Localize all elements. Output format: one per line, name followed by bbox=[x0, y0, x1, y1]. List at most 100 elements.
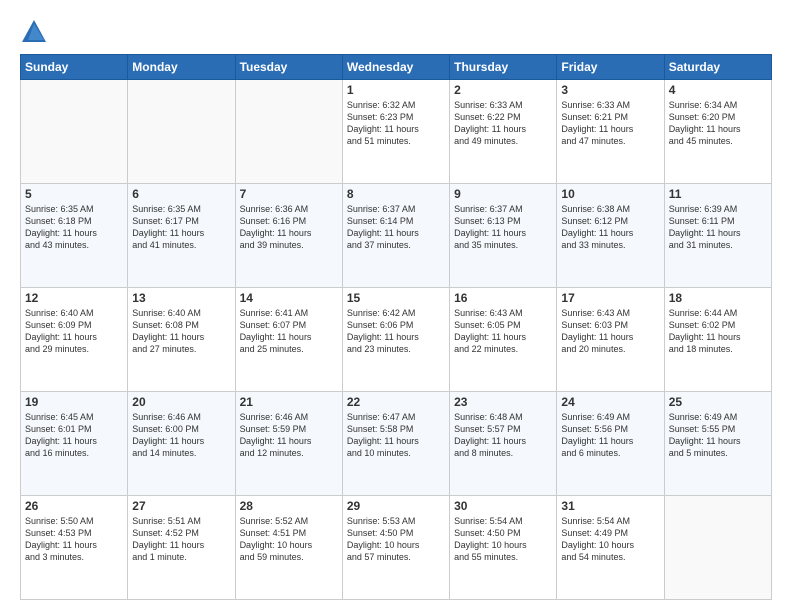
day-info: Sunrise: 6:38 AM Sunset: 6:12 PM Dayligh… bbox=[561, 203, 659, 252]
day-cell: 23 Sunrise: 6:48 AM Sunset: 5:57 PM Dayli… bbox=[450, 392, 557, 496]
weekday-header-friday: Friday bbox=[557, 55, 664, 80]
day-info: Sunrise: 6:35 AM Sunset: 6:17 PM Dayligh… bbox=[132, 203, 230, 252]
day-info: Sunrise: 6:36 AM Sunset: 6:16 PM Dayligh… bbox=[240, 203, 338, 252]
day-number: 14 bbox=[240, 291, 338, 305]
day-number: 28 bbox=[240, 499, 338, 513]
day-cell: 14 Sunrise: 6:41 AM Sunset: 6:07 PM Dayli… bbox=[235, 288, 342, 392]
day-cell: 18Sunrise: 6:44 AM Sunset: 6:02 PM Dayli… bbox=[664, 288, 771, 392]
day-cell: 29 Sunrise: 5:53 AM Sunset: 4:50 PM Dayli… bbox=[342, 496, 449, 600]
day-cell: 11Sunrise: 6:39 AM Sunset: 6:11 PM Dayli… bbox=[664, 184, 771, 288]
day-info: Sunrise: 6:49 AM Sunset: 5:56 PM Dayligh… bbox=[561, 411, 659, 460]
day-cell: 19Sunrise: 6:45 AM Sunset: 6:01 PM Dayli… bbox=[21, 392, 128, 496]
day-info: Sunrise: 6:43 AM Sunset: 6:03 PM Dayligh… bbox=[561, 307, 659, 356]
weekday-header-sunday: Sunday bbox=[21, 55, 128, 80]
day-cell: 4 Sunrise: 6:34 AM Sunset: 6:20 PM Daylig… bbox=[664, 80, 771, 184]
day-cell: 10 Sunrise: 6:38 AM Sunset: 6:12 PM Dayli… bbox=[557, 184, 664, 288]
weekday-header-monday: Monday bbox=[128, 55, 235, 80]
weekday-header-row: SundayMondayTuesdayWednesdayThursdayFrid… bbox=[21, 55, 772, 80]
day-number: 3 bbox=[561, 83, 659, 97]
day-cell: 8 Sunrise: 6:37 AM Sunset: 6:14 PM Daylig… bbox=[342, 184, 449, 288]
day-info: Sunrise: 6:46 AM Sunset: 5:59 PM Dayligh… bbox=[240, 411, 338, 460]
day-cell: 28 Sunrise: 5:52 AM Sunset: 4:51 PM Dayli… bbox=[235, 496, 342, 600]
week-row-4: 19Sunrise: 6:45 AM Sunset: 6:01 PM Dayli… bbox=[21, 392, 772, 496]
day-number: 19 bbox=[25, 395, 123, 409]
day-info: Sunrise: 6:37 AM Sunset: 6:13 PM Dayligh… bbox=[454, 203, 552, 252]
day-cell: 15Sunrise: 6:42 AM Sunset: 6:06 PM Dayli… bbox=[342, 288, 449, 392]
day-cell: 20Sunrise: 6:46 AM Sunset: 6:00 PM Dayli… bbox=[128, 392, 235, 496]
day-number: 16 bbox=[454, 291, 552, 305]
day-cell: 25 Sunrise: 6:49 AM Sunset: 5:55 PM Dayli… bbox=[664, 392, 771, 496]
day-info: Sunrise: 6:47 AM Sunset: 5:58 PM Dayligh… bbox=[347, 411, 445, 460]
day-cell: 31 Sunrise: 5:54 AM Sunset: 4:49 PM Dayli… bbox=[557, 496, 664, 600]
day-info: Sunrise: 6:43 AM Sunset: 6:05 PM Dayligh… bbox=[454, 307, 552, 356]
day-cell bbox=[235, 80, 342, 184]
day-info: Sunrise: 6:49 AM Sunset: 5:55 PM Dayligh… bbox=[669, 411, 767, 460]
logo bbox=[20, 18, 52, 46]
day-number: 4 bbox=[669, 83, 767, 97]
day-number: 9 bbox=[454, 187, 552, 201]
day-number: 29 bbox=[347, 499, 445, 513]
day-cell: 6 Sunrise: 6:35 AM Sunset: 6:17 PM Daylig… bbox=[128, 184, 235, 288]
day-number: 21 bbox=[240, 395, 338, 409]
day-number: 2 bbox=[454, 83, 552, 97]
day-cell: 5Sunrise: 6:35 AM Sunset: 6:18 PM Daylig… bbox=[21, 184, 128, 288]
day-number: 18 bbox=[669, 291, 767, 305]
week-row-2: 5Sunrise: 6:35 AM Sunset: 6:18 PM Daylig… bbox=[21, 184, 772, 288]
day-info: Sunrise: 6:34 AM Sunset: 6:20 PM Dayligh… bbox=[669, 99, 767, 148]
day-number: 10 bbox=[561, 187, 659, 201]
day-number: 1 bbox=[347, 83, 445, 97]
day-info: Sunrise: 6:46 AM Sunset: 6:00 PM Dayligh… bbox=[132, 411, 230, 460]
day-info: Sunrise: 5:54 AM Sunset: 4:49 PM Dayligh… bbox=[561, 515, 659, 564]
week-row-3: 12Sunrise: 6:40 AM Sunset: 6:09 PM Dayli… bbox=[21, 288, 772, 392]
day-info: Sunrise: 5:52 AM Sunset: 4:51 PM Dayligh… bbox=[240, 515, 338, 564]
day-cell: 13Sunrise: 6:40 AM Sunset: 6:08 PM Dayli… bbox=[128, 288, 235, 392]
weekday-header-thursday: Thursday bbox=[450, 55, 557, 80]
day-number: 26 bbox=[25, 499, 123, 513]
day-cell: 1 Sunrise: 6:32 AM Sunset: 6:23 PM Daylig… bbox=[342, 80, 449, 184]
day-info: Sunrise: 5:54 AM Sunset: 4:50 PM Dayligh… bbox=[454, 515, 552, 564]
day-info: Sunrise: 6:35 AM Sunset: 6:18 PM Dayligh… bbox=[25, 203, 123, 252]
day-info: Sunrise: 6:48 AM Sunset: 5:57 PM Dayligh… bbox=[454, 411, 552, 460]
day-info: Sunrise: 5:53 AM Sunset: 4:50 PM Dayligh… bbox=[347, 515, 445, 564]
day-cell bbox=[128, 80, 235, 184]
day-cell: 27Sunrise: 5:51 AM Sunset: 4:52 PM Dayli… bbox=[128, 496, 235, 600]
header bbox=[20, 18, 772, 46]
day-number: 12 bbox=[25, 291, 123, 305]
day-cell bbox=[21, 80, 128, 184]
day-cell: 17 Sunrise: 6:43 AM Sunset: 6:03 PM Dayli… bbox=[557, 288, 664, 392]
day-number: 22 bbox=[347, 395, 445, 409]
day-number: 24 bbox=[561, 395, 659, 409]
page: SundayMondayTuesdayWednesdayThursdayFrid… bbox=[0, 0, 792, 612]
day-number: 17 bbox=[561, 291, 659, 305]
day-info: Sunrise: 6:32 AM Sunset: 6:23 PM Dayligh… bbox=[347, 99, 445, 148]
day-number: 23 bbox=[454, 395, 552, 409]
day-number: 8 bbox=[347, 187, 445, 201]
day-cell: 3 Sunrise: 6:33 AM Sunset: 6:21 PM Daylig… bbox=[557, 80, 664, 184]
day-cell: 12Sunrise: 6:40 AM Sunset: 6:09 PM Dayli… bbox=[21, 288, 128, 392]
logo-icon bbox=[20, 18, 48, 46]
day-cell: 22 Sunrise: 6:47 AM Sunset: 5:58 PM Dayli… bbox=[342, 392, 449, 496]
day-cell: 21 Sunrise: 6:46 AM Sunset: 5:59 PM Dayli… bbox=[235, 392, 342, 496]
day-number: 15 bbox=[347, 291, 445, 305]
day-info: Sunrise: 6:37 AM Sunset: 6:14 PM Dayligh… bbox=[347, 203, 445, 252]
day-info: Sunrise: 6:33 AM Sunset: 6:21 PM Dayligh… bbox=[561, 99, 659, 148]
day-number: 27 bbox=[132, 499, 230, 513]
day-info: Sunrise: 6:39 AM Sunset: 6:11 PM Dayligh… bbox=[669, 203, 767, 252]
day-cell: 24 Sunrise: 6:49 AM Sunset: 5:56 PM Dayli… bbox=[557, 392, 664, 496]
day-cell: 26 Sunrise: 5:50 AM Sunset: 4:53 PM Dayli… bbox=[21, 496, 128, 600]
day-number: 13 bbox=[132, 291, 230, 305]
week-row-1: 1 Sunrise: 6:32 AM Sunset: 6:23 PM Daylig… bbox=[21, 80, 772, 184]
weekday-header-wednesday: Wednesday bbox=[342, 55, 449, 80]
day-cell: 9 Sunrise: 6:37 AM Sunset: 6:13 PM Daylig… bbox=[450, 184, 557, 288]
day-info: Sunrise: 6:41 AM Sunset: 6:07 PM Dayligh… bbox=[240, 307, 338, 356]
day-cell: 7 Sunrise: 6:36 AM Sunset: 6:16 PM Daylig… bbox=[235, 184, 342, 288]
day-number: 31 bbox=[561, 499, 659, 513]
day-cell bbox=[664, 496, 771, 600]
day-number: 6 bbox=[132, 187, 230, 201]
day-number: 7 bbox=[240, 187, 338, 201]
day-info: Sunrise: 5:50 AM Sunset: 4:53 PM Dayligh… bbox=[25, 515, 123, 564]
day-cell: 30Sunrise: 5:54 AM Sunset: 4:50 PM Dayli… bbox=[450, 496, 557, 600]
day-number: 25 bbox=[669, 395, 767, 409]
calendar: SundayMondayTuesdayWednesdayThursdayFrid… bbox=[20, 54, 772, 600]
day-cell: 2Sunrise: 6:33 AM Sunset: 6:22 PM Daylig… bbox=[450, 80, 557, 184]
